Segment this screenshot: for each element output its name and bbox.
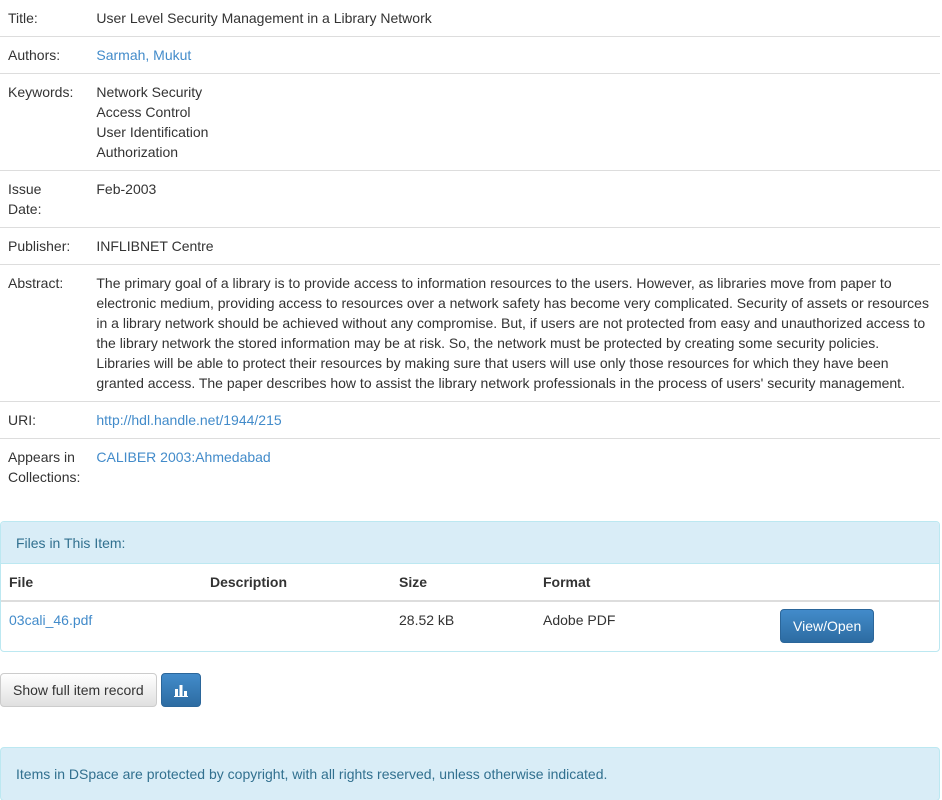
column-header-action <box>772 564 939 602</box>
table-row: 03cali_46.pdf 28.52 kB Adobe PDF View/Op… <box>1 601 939 651</box>
item-actions: Show full item record <box>0 673 940 707</box>
collection-link[interactable]: CALIBER 2003:Ahmedabad <box>96 449 270 465</box>
metadata-row-collections: Appears in Collections: CALIBER 2003:Ahm… <box>0 439 940 496</box>
uri-label: URI: <box>8 412 36 428</box>
publisher-value: INFLIBNET Centre <box>96 238 214 254</box>
collections-label: Appears in Collections: <box>0 439 88 496</box>
column-header-size: Size <box>391 564 535 602</box>
keyword-item: Access Control <box>96 104 191 120</box>
statistics-button[interactable] <box>160 673 201 707</box>
column-header-file: File <box>1 564 202 602</box>
item-page: Title: User Level Security Management in… <box>0 0 940 800</box>
file-description <box>202 601 391 651</box>
metadata-row-uri: URI: http://hdl.handle.net/1944/215 <box>0 402 940 439</box>
keyword-item: Authorization <box>96 144 179 160</box>
metadata-row-abstract: Abstract: The primary goal of a library … <box>0 265 940 402</box>
files-table-header: File Description Size Format <box>1 564 939 602</box>
metadata-row-keywords: Keywords: Network Security Access Contro… <box>0 74 940 171</box>
bar-chart-icon <box>173 685 188 697</box>
file-format: Adobe PDF <box>543 612 616 628</box>
item-metadata-table: Title: User Level Security Management in… <box>0 0 940 495</box>
keywords-label: Keywords: <box>8 84 74 100</box>
files-panel: Files in This Item: File Description Siz… <box>0 521 940 652</box>
authors-label: Authors: <box>8 47 61 63</box>
show-full-record-button[interactable]: Show full item record <box>0 673 157 707</box>
files-table: File Description Size Format 03cali_46.p… <box>1 564 939 651</box>
title-value: User Level Security Management in a Libr… <box>96 10 432 26</box>
issue-date-label: Issue Date: <box>0 171 88 228</box>
metadata-row-title: Title: User Level Security Management in… <box>0 0 940 37</box>
files-panel-heading: Files in This Item: <box>1 522 939 564</box>
author-link[interactable]: Sarmah, Mukut <box>96 47 191 63</box>
metadata-row-publisher: Publisher: INFLIBNET Centre <box>0 228 940 265</box>
uri-link[interactable]: http://hdl.handle.net/1944/215 <box>96 412 281 428</box>
issue-date-value: Feb-2003 <box>96 181 157 197</box>
copyright-notice: Items in DSpace are protected by copyrig… <box>0 747 940 800</box>
title-label: Title: <box>8 10 38 26</box>
abstract-value: The primary goal of a library is to prov… <box>96 275 929 391</box>
keyword-item: Network Security <box>96 84 203 100</box>
abstract-label: Abstract: <box>8 275 64 291</box>
metadata-row-authors: Authors: Sarmah, Mukut <box>0 37 940 74</box>
keyword-item: User Identification <box>96 124 209 140</box>
collections-label-line-1: Appears in <box>8 449 75 465</box>
issue-date-label-line-1: Issue <box>8 181 42 197</box>
file-size: 28.52 kB <box>399 612 455 628</box>
publisher-label: Publisher: <box>8 238 71 254</box>
collections-label-line-2: Collections: <box>8 469 81 485</box>
view-open-button[interactable]: View/Open <box>780 609 875 643</box>
file-link[interactable]: 03cali_46.pdf <box>9 612 92 628</box>
issue-date-label-line-2: Date: <box>8 201 42 217</box>
column-header-format: Format <box>535 564 772 602</box>
keywords-list: Network Security Access Control User Ide… <box>88 74 940 171</box>
metadata-row-issue-date: Issue Date: Feb-2003 <box>0 171 940 228</box>
column-header-description: Description <box>202 564 391 602</box>
